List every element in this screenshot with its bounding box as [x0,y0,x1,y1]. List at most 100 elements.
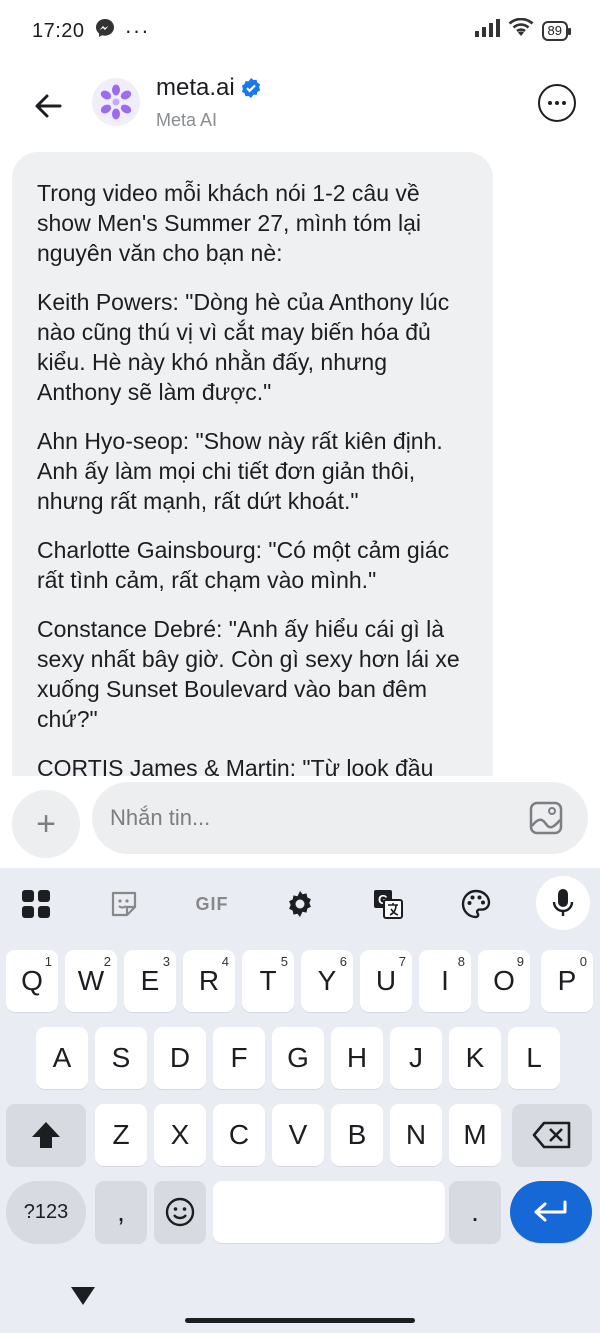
space-key[interactable] [213,1181,445,1243]
key-z[interactable]: Z [95,1104,147,1166]
voice-input-button[interactable] [536,876,590,930]
key-x[interactable]: X [154,1104,206,1166]
key-i[interactable]: I8 [419,950,471,1012]
key-l[interactable]: L [508,1027,560,1089]
key-label: P [557,965,577,996]
key-d[interactable]: D [154,1027,206,1089]
key-label: E [140,965,160,996]
key-hint: 9 [516,954,524,969]
key-label: W [77,965,105,996]
gif-button[interactable]: GIF [190,882,234,926]
messenger-icon [95,18,115,44]
key-a[interactable]: A [36,1027,88,1089]
dot-icon [562,101,566,105]
chat-header: meta.ai Meta AI [0,62,600,150]
key-w[interactable]: W2 [65,950,117,1012]
key-t[interactable]: T5 [242,950,294,1012]
key-r[interactable]: R4 [183,950,235,1012]
shift-key[interactable] [6,1104,86,1166]
home-indicator[interactable] [185,1318,415,1323]
emoji-key[interactable] [154,1181,206,1243]
avatar[interactable] [92,78,140,126]
key-hint: 0 [579,954,587,969]
message-composer: + Nhắn tin... [0,776,600,868]
battery-icon: 89 [541,21,572,41]
apps-grid-button[interactable] [14,882,58,926]
microphone-icon [552,889,574,916]
message-placeholder: Nhắn tin... [110,805,211,830]
more-options-button[interactable] [538,84,576,122]
key-m[interactable]: M [449,1104,501,1166]
symbols-key[interactable]: ?123 [6,1181,86,1243]
key-hint: 4 [221,954,229,969]
status-time: 17:20 [32,19,85,42]
key-v[interactable]: V [272,1104,324,1166]
dot-icon [555,101,559,105]
theme-button[interactable] [454,882,498,926]
key-label: Q [21,965,43,996]
key-h[interactable]: H [331,1027,383,1089]
chat-title: meta.ai [156,74,235,101]
key-hint: 3 [162,954,170,969]
signal-icon [474,19,500,43]
key-c[interactable]: C [213,1104,265,1166]
add-attachment-button[interactable]: + [12,790,80,858]
arrow-left-icon [35,94,62,118]
sticker-button[interactable] [102,882,146,926]
hide-keyboard-button[interactable] [70,1286,96,1311]
key-hint: 2 [103,954,111,969]
ai-message-bubble: Trong video mỗi khách nói 1-2 câu về sho… [12,152,493,776]
key-f[interactable]: F [213,1027,265,1089]
key-s[interactable]: S [95,1027,147,1089]
enter-key[interactable] [510,1181,592,1243]
smiley-icon [165,1197,195,1227]
verified-badge-icon [241,78,260,98]
back-button[interactable] [28,86,68,126]
key-j[interactable]: J [390,1027,442,1089]
message-paragraph: Constance Debré: "Anh ấy hiểu cái gì là … [37,616,460,732]
on-screen-keyboard: GIF G Q1 W2 E3 R4 T5 Y6 U7 I8 O9 P0 A S … [0,868,600,1333]
wifi-icon [508,17,534,44]
key-label: T [259,965,277,996]
backspace-key[interactable] [512,1104,592,1166]
message-input[interactable]: Nhắn tin... [92,782,588,854]
backspace-icon [532,1121,571,1149]
key-hint: 5 [280,954,288,969]
status-bar: 17:20 ··· 89 [0,0,600,62]
period-key[interactable]: . [449,1181,501,1243]
chevron-down-icon [71,1287,95,1305]
key-hint: 1 [44,954,52,969]
dot-icon [548,101,552,105]
chat-title-block[interactable]: meta.ai Meta AI [156,74,261,131]
palette-icon [461,889,491,919]
more-notifications-icon: ··· [124,18,150,43]
key-hint: 6 [339,954,347,969]
sticker-icon [111,891,137,917]
key-label: U [375,965,397,996]
key-label: O [493,965,515,996]
translate-button[interactable]: G [366,882,410,926]
key-n[interactable]: N [390,1104,442,1166]
key-k[interactable]: K [449,1027,501,1089]
key-p[interactable]: P0 [541,950,593,1012]
key-label: Y [317,965,337,996]
image-gallery-icon[interactable] [528,800,564,836]
shift-arrow-icon [32,1122,60,1148]
key-y[interactable]: Y6 [301,950,353,1012]
key-e[interactable]: E3 [124,950,176,1012]
message-paragraph: CORTIS James & Martin: "Từ look đầu [37,755,434,776]
key-q[interactable]: Q1 [6,950,58,1012]
message-paragraph: Keith Powers: "Dòng hè của Anthony lúc n… [37,289,450,405]
key-b[interactable]: B [331,1104,383,1166]
message-paragraph: Ahn Hyo-seop: "Show này rất kiên định. A… [37,428,443,514]
settings-button[interactable] [278,882,322,926]
translate-icon: G [374,890,403,919]
key-label: I [441,965,449,996]
comma-key[interactable]: , [95,1181,147,1243]
key-label: R [198,965,220,996]
key-u[interactable]: U7 [360,950,412,1012]
key-o[interactable]: O9 [478,950,530,1012]
keyboard-toolbar: GIF G [0,868,600,938]
key-g[interactable]: G [272,1027,324,1089]
chat-subtitle: Meta AI [156,110,218,130]
